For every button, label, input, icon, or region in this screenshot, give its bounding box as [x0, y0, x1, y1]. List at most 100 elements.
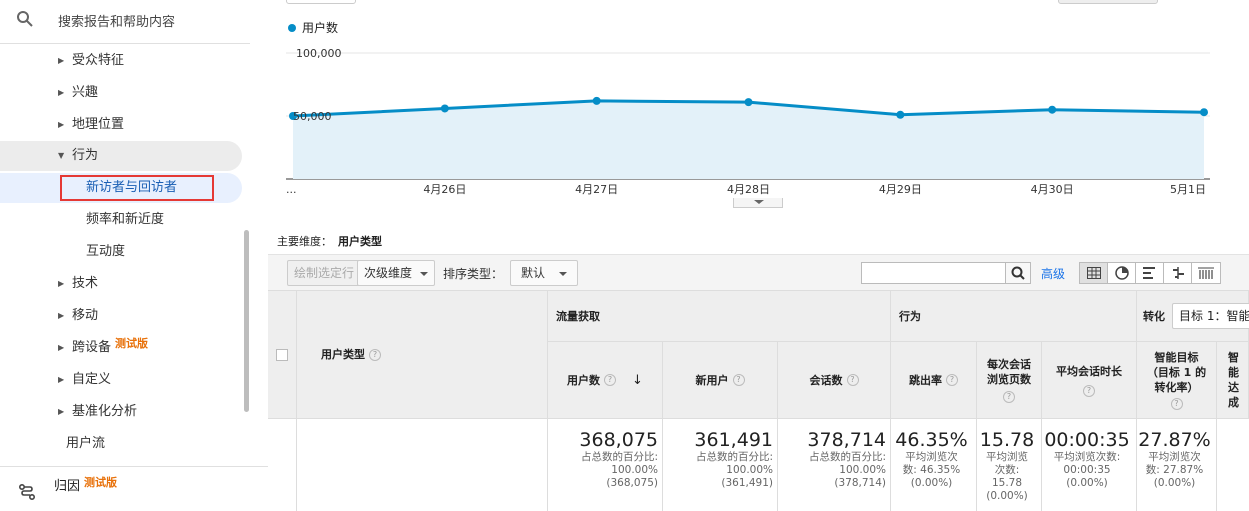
sidebar-item-behavior[interactable]: ▼ 行为: [0, 141, 242, 171]
total-note: (361,491): [721, 477, 773, 489]
column-sessions[interactable]: 会话数?: [778, 342, 891, 419]
help-icon[interactable]: ?: [946, 374, 958, 386]
column-bounce-rate[interactable]: 跳出率?: [891, 342, 977, 419]
x-tick-label: 4月29日: [879, 183, 922, 196]
search-icon: [1011, 266, 1025, 280]
sidebar-item-mobile[interactable]: ▶ 移动: [0, 301, 242, 331]
column-label: 每次会话浏览页数: [987, 358, 1031, 386]
sidebar-scrollbar[interactable]: [244, 230, 249, 412]
total-note: 100.00%: [611, 464, 658, 476]
column-new-users[interactable]: 新用户?: [663, 342, 778, 419]
main-panel: 用户数 100,000 50,000... 4月26日 4月27日 4月28日 4月29日…: [268, 0, 1249, 511]
column-label: 跳出率: [909, 373, 942, 387]
y-tick-label: 50,000: [293, 110, 332, 123]
area-fill: [293, 100, 1204, 179]
view-switcher: [1079, 262, 1221, 284]
chevron-down-icon: ▼: [58, 151, 65, 160]
users-line-chart[interactable]: 100,000 50,000... 4月26日 4月27日 4月28日 4月29日 4月30…: [286, 38, 1230, 200]
sidebar-item-label: 跨设备: [72, 340, 112, 355]
table-search-button[interactable]: [1005, 262, 1031, 284]
goal-select-dropdown[interactable]: 目标 1：智能: [1172, 303, 1249, 329]
total-note: 平均浏览: [986, 451, 1028, 463]
primary-dimension-value[interactable]: 用户类型: [338, 235, 382, 248]
sidebar-item-users-flow[interactable]: 用户流: [0, 429, 242, 459]
sidebar-item-interests[interactable]: ▶ 兴趣: [0, 78, 242, 108]
sidebar-item-custom[interactable]: ▶ 自定义: [0, 365, 242, 395]
granularity-toggle[interactable]: [1058, 0, 1158, 4]
data-point: [440, 104, 449, 113]
chevron-right-icon: ▶: [58, 311, 65, 320]
total-note: 100.00%: [839, 464, 886, 476]
column-label: 平均会话时长: [1056, 364, 1122, 378]
x-tick-label: 4月28日: [727, 183, 770, 196]
help-icon[interactable]: ?: [1083, 384, 1095, 397]
highlight-box: [60, 175, 214, 201]
select-all-header: [268, 291, 297, 419]
help-icon[interactable]: ?: [369, 348, 381, 361]
help-icon[interactable]: ?: [604, 374, 617, 386]
sort-desc-icon: ↓: [632, 372, 643, 388]
chart-legend[interactable]: 用户数: [288, 19, 338, 36]
column-label: 智能达成: [1228, 351, 1239, 409]
beta-badge: 测试版: [84, 476, 118, 489]
chevron-right-icon: ▶: [58, 120, 65, 129]
column-pages-per-session[interactable]: 每次会话浏览页数?: [977, 342, 1042, 419]
plot-rows-button[interactable]: 绘制选定行: [287, 260, 362, 286]
beta-badge: 测试版: [115, 337, 149, 350]
performance-view-icon[interactable]: [1136, 263, 1164, 283]
help-icon[interactable]: ?: [846, 374, 859, 386]
select-all-checkbox[interactable]: [276, 349, 288, 361]
sort-type-dropdown[interactable]: 默认: [510, 260, 579, 286]
secondary-dimension-dropdown[interactable]: 次级维度: [357, 260, 436, 286]
comparison-view-icon[interactable]: [1164, 263, 1192, 283]
sidebar-item-frequency[interactable]: 频率和新近度: [0, 205, 242, 235]
group-acquisition: 流量获取: [548, 291, 891, 342]
table-view-icon[interactable]: [1080, 263, 1108, 283]
sidebar-item-geo[interactable]: ▶ 地理位置: [0, 110, 242, 140]
total-note: (378,714): [834, 477, 886, 489]
total-note: 15.78: [991, 477, 1023, 489]
pivot-view-icon[interactable]: [1192, 263, 1220, 283]
column-avg-session-duration[interactable]: 平均会话时长?: [1042, 342, 1137, 419]
total-note: 平均浏览次: [1148, 451, 1201, 463]
total-note: 数: 27.87%: [1145, 464, 1204, 476]
column-label: 新用户: [695, 373, 729, 387]
sidebar-item-engagement[interactable]: 互动度: [0, 237, 242, 267]
column-label: 智能目标（目标 1 的转化率）: [1146, 351, 1207, 394]
total-note: (0.00%): [1153, 477, 1196, 489]
column-smart-goal-completions[interactable]: 智能达成: [1217, 342, 1249, 419]
caret-down-icon: [420, 271, 429, 276]
chevron-right-icon: ▶: [58, 343, 65, 352]
total-note: 100.00%: [726, 464, 773, 476]
pie-view-icon[interactable]: [1108, 263, 1136, 283]
total-note: 数: 46.35%: [902, 464, 961, 476]
search-placeholder: 搜索报告和帮助内容: [58, 15, 176, 30]
total-value: 27.87%: [1138, 429, 1211, 451]
help-icon[interactable]: ?: [1170, 398, 1183, 410]
sidebar-item-demographics[interactable]: ▶ 受众特征: [0, 46, 242, 76]
sidebar-item-benchmarking[interactable]: ▶ 基准化分析: [0, 397, 242, 427]
date-toggle-button[interactable]: [286, 0, 356, 4]
sidebar-item-attribution[interactable]: 归因 测试版: [0, 466, 268, 506]
column-users[interactable]: 用户数? ↓: [548, 342, 663, 419]
total-note: 00:00:35: [1063, 464, 1111, 476]
chevron-right-icon: ▶: [58, 56, 65, 65]
dimension-header[interactable]: 用户类型?: [297, 291, 548, 419]
totals-smart-goal: 27.87% 平均浏览次 数: 27.87% (0.00%): [1137, 419, 1217, 511]
advanced-link[interactable]: 高级: [1041, 265, 1065, 282]
totals-users: 368,075 占总数的百分比: 100.00% (368,075): [548, 419, 663, 511]
help-icon[interactable]: ?: [732, 374, 745, 386]
caret-down-icon: [559, 271, 568, 276]
help-icon[interactable]: ?: [1003, 391, 1015, 403]
sidebar-item-cross-device[interactable]: ▶ 跨设备 测试版: [0, 333, 242, 363]
collapse-chart-tab[interactable]: [733, 198, 783, 208]
chevron-right-icon: ▶: [58, 407, 65, 416]
data-point: [1200, 108, 1208, 117]
totals-smart-goal-completions: [1217, 419, 1249, 511]
total-value: 15.78: [979, 429, 1035, 451]
legend-label: 用户数: [302, 21, 339, 35]
total-note: (0.00%): [986, 490, 1028, 502]
sidebar-item-technology[interactable]: ▶ 技术: [0, 269, 242, 299]
sidebar-search[interactable]: 搜索报告和帮助内容: [0, 0, 250, 44]
column-smart-goal[interactable]: 智能目标（目标 1 的转化率）?: [1137, 342, 1217, 419]
